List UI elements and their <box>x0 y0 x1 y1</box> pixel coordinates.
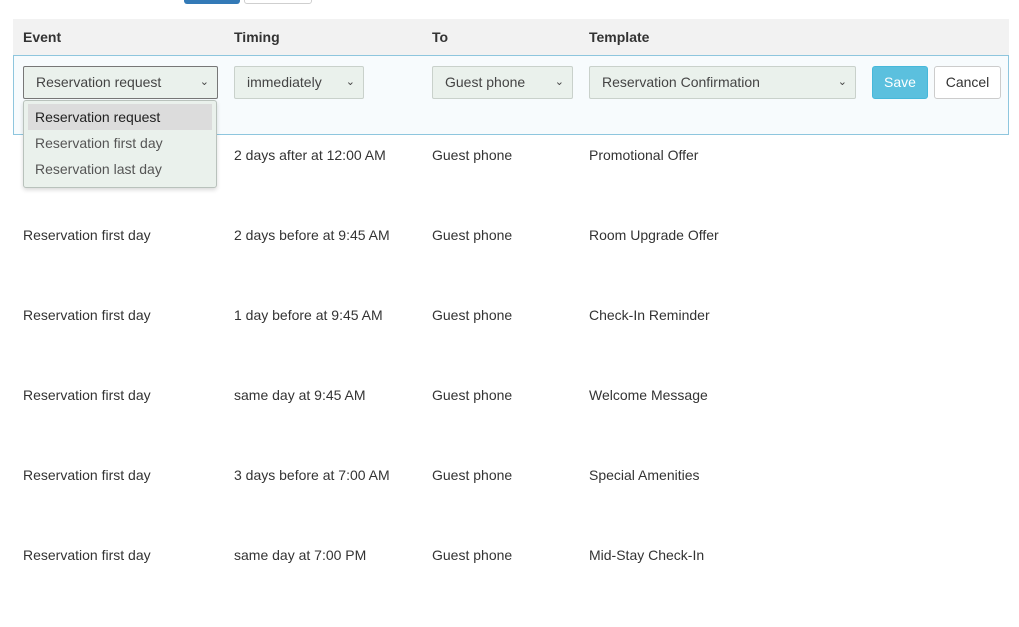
row-template: Promotional Offer <box>589 147 699 163</box>
row-timing: same day at 9:45 AM <box>234 387 366 403</box>
header-event: Event <box>23 29 62 45</box>
event-option[interactable]: Reservation request <box>28 104 212 130</box>
row-template: Welcome Message <box>589 387 708 403</box>
timing-select-value: immediately <box>247 74 322 90</box>
chevron-down-icon: ⌄ <box>199 76 209 88</box>
event-select-value: Reservation request <box>36 74 162 90</box>
table-row: Reservation first day 3 days before at 7… <box>0 467 996 547</box>
table-row: Reservation first day same day at 7:00 P… <box>0 547 996 627</box>
table-header: Event Timing To Template <box>13 19 1009 55</box>
header-template: Template <box>589 29 650 45</box>
table-row: Reservation first day same day at 9:45 A… <box>0 387 996 467</box>
event-option[interactable]: Reservation first day <box>28 130 212 156</box>
row-to: Guest phone <box>432 467 513 483</box>
header-to: To <box>432 29 449 45</box>
cancel-button[interactable]: Cancel <box>934 66 1001 99</box>
header-timing: Timing <box>234 29 280 45</box>
to-select[interactable]: Guest phone ⌄ <box>432 66 573 99</box>
table-row: Reservation first day 2 days before at 9… <box>0 227 996 307</box>
timing-select[interactable]: immediately ⌄ <box>234 66 364 99</box>
event-dropdown-menu: Reservation request Reservation first da… <box>23 100 217 188</box>
row-timing: 1 day before at 9:45 AM <box>234 307 383 323</box>
row-template: Room Upgrade Offer <box>589 227 719 243</box>
save-button[interactable]: Save <box>872 66 928 99</box>
template-select[interactable]: Reservation Confirmation ⌄ <box>589 66 856 99</box>
row-timing: 3 days before at 7:00 AM <box>234 467 390 483</box>
chevron-down-icon: ⌄ <box>837 76 847 88</box>
row-to: Guest phone <box>432 227 513 243</box>
to-select-value: Guest phone <box>445 74 526 90</box>
row-event: Reservation first day <box>23 227 151 243</box>
chevron-down-icon: ⌄ <box>345 76 355 88</box>
row-event: Reservation first day <box>23 467 151 483</box>
row-event: Reservation first day <box>23 547 151 563</box>
row-template: Mid-Stay Check-In <box>589 547 705 563</box>
row-template: Special Amenities <box>589 467 700 483</box>
top-primary-button[interactable] <box>184 0 240 4</box>
row-timing: same day at 7:00 PM <box>234 547 367 563</box>
row-to: Guest phone <box>432 387 513 403</box>
row-event: Reservation first day <box>23 307 151 323</box>
row-to: Guest phone <box>432 147 513 163</box>
event-select[interactable]: Reservation request ⌄ <box>23 66 218 99</box>
chevron-down-icon: ⌄ <box>554 76 564 88</box>
row-timing: 2 days before at 9:45 AM <box>234 227 390 243</box>
row-to: Guest phone <box>432 307 513 323</box>
row-to: Guest phone <box>432 547 513 563</box>
event-option[interactable]: Reservation last day <box>28 156 212 182</box>
table-row: Reservation first day 1 day before at 9:… <box>0 307 996 387</box>
top-secondary-button[interactable] <box>244 0 312 4</box>
row-event: Reservation first day <box>23 387 151 403</box>
row-template: Check-In Reminder <box>589 307 710 323</box>
row-timing: 2 days after at 12:00 AM <box>234 147 386 163</box>
template-select-value: Reservation Confirmation <box>602 74 760 90</box>
